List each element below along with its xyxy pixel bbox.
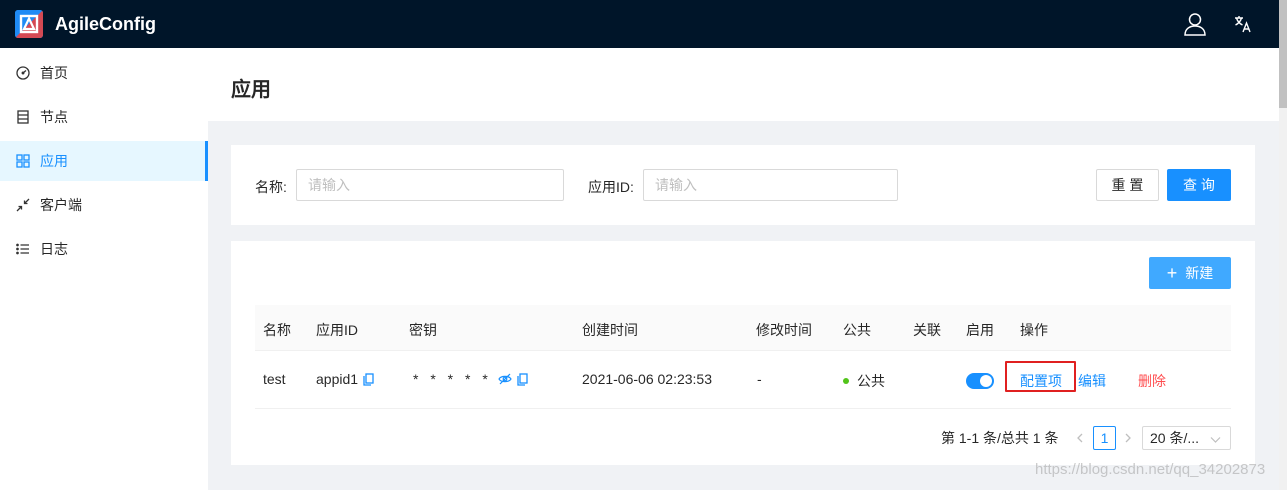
page-header: 应用 [208,48,1279,121]
column-header: 密钥 [409,322,437,338]
pagination-summary: 第 1-1 条/总共 1 条 [941,430,1059,446]
copy-icon[interactable] [363,372,374,386]
user-icon[interactable] [1171,0,1219,48]
sidebar-item-nodes[interactable]: 节点 [0,97,208,137]
secret-cell: * * * * * [413,371,528,387]
prev-page-icon[interactable] [1070,426,1090,450]
page-number-1[interactable]: 1 [1093,426,1116,450]
delete-link[interactable]: 删除 [1138,371,1166,391]
plus-icon: + [1166,263,1178,283]
sidebar-item-label: 应用 [40,153,68,169]
column-header: 关联 [913,322,941,338]
translate-icon[interactable] [1219,0,1267,48]
search-form: 名称: 应用ID: 重 置 查 询 [231,145,1255,225]
column-header: 修改时间 [756,322,812,338]
appstore-icon [16,154,30,168]
copy-icon[interactable] [517,372,528,386]
column-header: 公共 [843,322,871,338]
sidebar-item-clients[interactable]: 客户端 [0,185,208,225]
watermark: https://blog.csdn.net/qq_34202873 [1035,461,1266,478]
reset-button[interactable]: 重 置 [1096,169,1159,201]
sidebar-item-label: 节点 [40,109,68,125]
edit-link[interactable]: 编辑 [1078,371,1106,391]
appid-input[interactable] [643,169,898,201]
query-button[interactable]: 查 询 [1167,169,1231,201]
top-header: AgileConfig [0,0,1279,48]
sidebar-item-label: 日志 [40,241,68,257]
column-header: 名称 [263,322,291,338]
modified-time-cell: - [757,371,762,387]
sidebar-item-home[interactable]: 首页 [0,53,208,93]
app-name-cell: test [263,371,286,387]
dashboard-icon [16,66,30,80]
scrollbar-thumb[interactable] [1279,0,1287,108]
chevron-down-icon [1210,432,1221,448]
app-id-cell: appid1 [316,371,374,387]
new-app-button[interactable]: + 新建 [1149,257,1231,289]
sidebar-item-logs[interactable]: 日志 [0,229,208,269]
table-row: test appid1 * * * * * 2021-06-06 02:23:5… [255,351,1231,409]
page-title: 应用 [231,79,271,101]
appid-label: 应用ID: [588,179,634,195]
unordered-list-icon [16,242,30,256]
column-header: 应用ID [316,322,358,338]
shrink-icon [16,198,30,212]
sidebar-item-apps[interactable]: 应用 [0,141,208,181]
name-label: 名称: [255,179,287,195]
brand-name: AgileConfig [55,13,156,34]
public-status-cell: 公共 [843,371,885,391]
page-size-select[interactable]: 20 条/... [1142,426,1231,450]
app-table-card: + 新建 名称 应用ID 密钥 创建时间 修改时间 公共 关联 启用 操作 te… [231,241,1255,465]
enabled-switch[interactable] [966,373,994,389]
next-page-icon[interactable] [1118,426,1138,450]
column-header: 创建时间 [582,322,638,338]
sidebar-item-label: 客户端 [40,197,82,213]
secret-masked-text: * * * * * [413,371,492,387]
new-button-label: 新建 [1185,265,1214,281]
column-header: 操作 [1020,322,1048,338]
logo[interactable]: AgileConfig [15,10,156,38]
status-dot [843,378,849,384]
column-header: 启用 [966,322,994,338]
switch-knob [980,375,992,387]
page-scrollbar[interactable] [1279,0,1287,490]
sidebar-item-label: 首页 [40,65,68,81]
config-items-link[interactable]: 配置项 [1020,371,1062,391]
page-size-value: 20 条/... [1150,430,1200,446]
sidebar: 首页 节点 应用 客户端 日志 [0,48,208,490]
created-time-cell: 2021-06-06 02:23:53 [582,371,712,387]
agileconfig-logo-icon [15,10,43,38]
table-header: 名称 应用ID 密钥 创建时间 修改时间 公共 关联 启用 操作 [255,305,1231,351]
name-input[interactable] [296,169,564,201]
database-icon [16,110,30,124]
public-status-text: 公共 [857,373,885,389]
eye-invisible-icon[interactable] [498,373,512,385]
app-id-text: appid1 [316,371,359,387]
